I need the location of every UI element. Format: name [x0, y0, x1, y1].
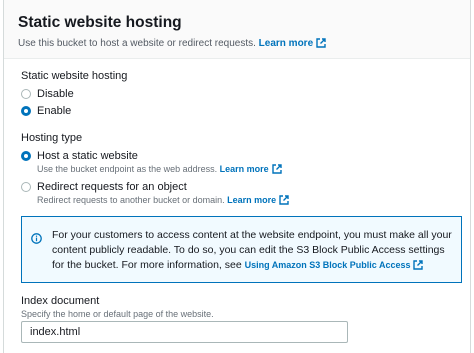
external-link-icon — [279, 195, 289, 205]
radio-host-static-website[interactable]: Host a static website Use the bucket end… — [21, 150, 282, 176]
static-website-hosting-panel: Static website hosting Use this bucket t… — [3, 0, 471, 353]
radio-enable-label: Enable — [37, 105, 72, 117]
redirect-learn-more-label: Learn more — [227, 195, 277, 205]
radio-disable[interactable]: Disable — [21, 88, 74, 101]
index-document-description: Specify the home or default page of the … — [21, 309, 214, 319]
index-document-label: Index document — [21, 295, 100, 307]
radio-enable[interactable]: Enable — [21, 105, 71, 118]
radio-host-static-website-circle[interactable] — [21, 151, 31, 161]
host-static-learn-more-label: Learn more — [219, 164, 269, 174]
radio-disable-label: Disable — [37, 88, 74, 100]
external-link-icon — [271, 164, 282, 174]
radio-redirect-requests-desc: Redirect requests to another bucket or d… — [37, 194, 289, 207]
radio-host-static-website-desc: Use the bucket endpoint as the web addre… — [37, 163, 282, 176]
external-link-icon — [316, 38, 326, 48]
info-icon — [31, 231, 42, 244]
host-static-desc-text: Use the bucket endpoint as the web addre… — [37, 164, 218, 174]
radio-redirect-requests-label: Redirect requests for an object — [37, 181, 187, 193]
external-link-icon — [413, 260, 424, 270]
radio-enable-circle[interactable] — [21, 106, 31, 116]
redirect-learn-more-link[interactable]: Learn more — [227, 195, 289, 205]
index-document-input[interactable] — [21, 321, 348, 343]
host-static-learn-more-link[interactable]: Learn more — [220, 164, 282, 174]
panel-header: Static website hosting Use this bucket t… — [4, 0, 470, 59]
header-learn-more-link[interactable]: Learn more — [259, 38, 326, 49]
radio-redirect-requests-circle[interactable] — [21, 182, 31, 192]
panel-description-text: Use this bucket to host a website or red… — [18, 38, 256, 49]
panel-description: Use this bucket to host a website or red… — [18, 38, 326, 49]
panel-title: Static website hosting — [18, 14, 182, 31]
hosting-section-label: Static website hosting — [21, 70, 128, 82]
block-public-access-link-label: Using Amazon S3 Block Public Access — [244, 260, 411, 270]
hosting-type-label: Hosting type — [21, 132, 83, 144]
radio-host-static-website-label: Host a static website — [37, 150, 138, 162]
header-learn-more-label: Learn more — [258, 38, 314, 49]
redirect-desc-text: Redirect requests to another bucket or d… — [37, 195, 225, 205]
info-alert-text: For your customers to access content at … — [52, 228, 457, 273]
radio-redirect-requests[interactable]: Redirect requests for an object Redirect… — [21, 181, 289, 207]
block-public-access-link[interactable]: Using Amazon S3 Block Public Access — [245, 260, 424, 270]
radio-disable-circle[interactable] — [21, 89, 31, 99]
info-alert: For your customers to access content at … — [21, 216, 462, 283]
